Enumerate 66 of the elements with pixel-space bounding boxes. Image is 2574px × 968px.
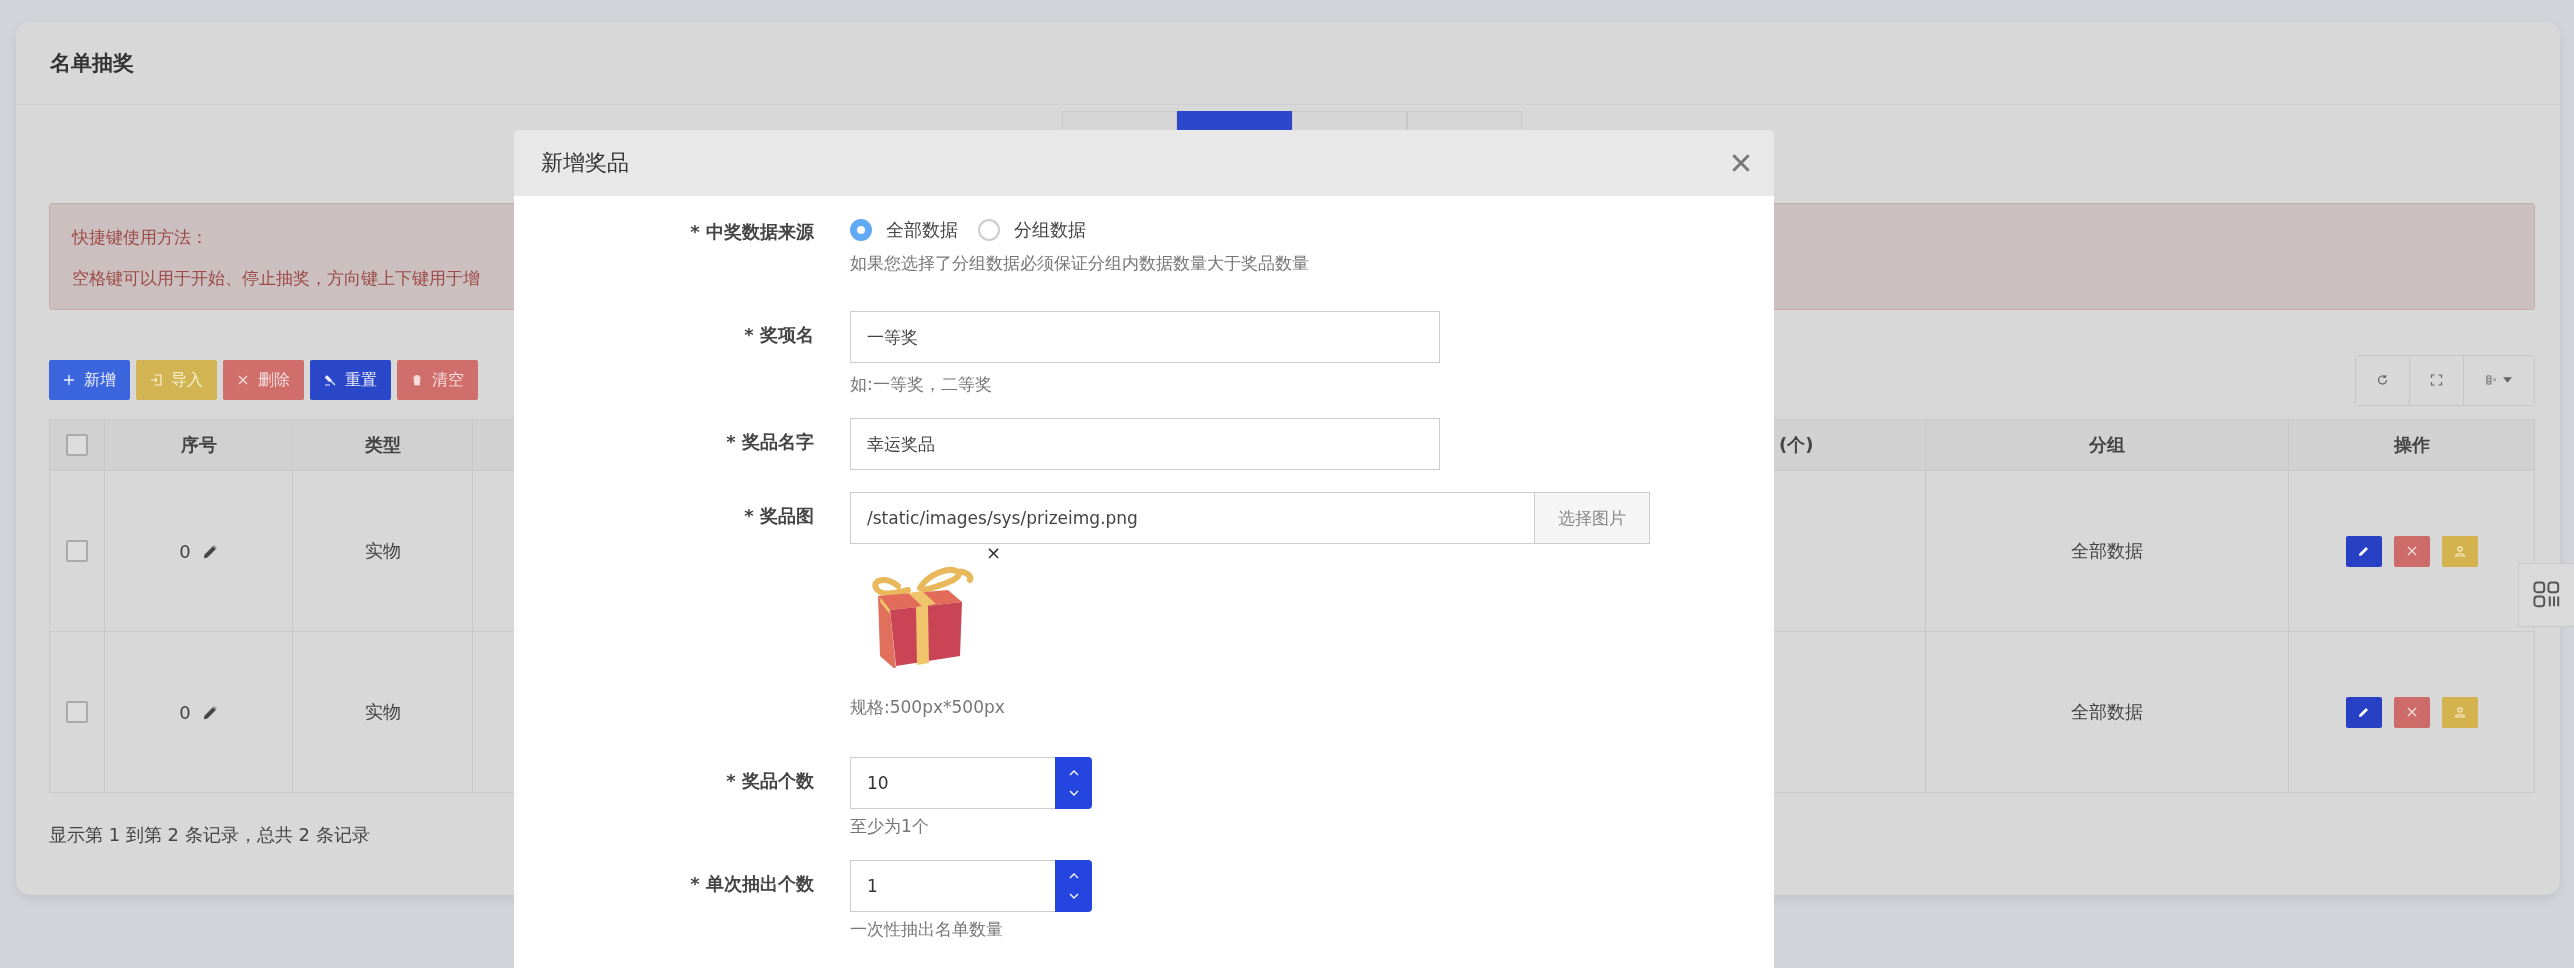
user-icon: [2453, 706, 2466, 718]
radio-option[interactable]: 分组数据: [978, 218, 1086, 242]
table-cell: 实物: [293, 632, 473, 792]
edit-button[interactable]: [2345, 535, 2382, 567]
help-text: 一次性抽出名单数量: [850, 918, 1004, 941]
page-title: 名单抽奖: [50, 50, 134, 77]
edit-button[interactable]: [2345, 696, 2382, 728]
close-icon[interactable]: [1732, 154, 1750, 172]
row-checkbox[interactable]: [66, 701, 88, 723]
refresh-icon: [2376, 374, 2389, 386]
dialog-title: 新增奖品: [541, 149, 629, 177]
radio-option[interactable]: 全部数据: [850, 218, 958, 242]
grid-icon: [2532, 581, 2561, 609]
table-cell: 0: [179, 701, 191, 723]
alert-title: 快捷键使用方法：: [72, 226, 208, 249]
close-icon: [237, 374, 249, 386]
alert-text: 空格键可以用于开始、停止抽奖，方向键上下键用于增: [72, 267, 480, 290]
field-label: * 单次抽出个数: [690, 873, 814, 894]
field-label: * 奖品名字: [726, 431, 814, 452]
add-button[interactable]: 新增: [49, 360, 130, 400]
pencil-icon: [2357, 545, 2370, 557]
close-icon: [2405, 706, 2418, 718]
increment-icon[interactable]: [1068, 770, 1079, 776]
delete-button[interactable]: [2393, 696, 2430, 728]
remove-image-button[interactable]: ×: [986, 544, 1002, 562]
fullscreen-icon: [2430, 374, 2443, 386]
pagination-info: 显示第 1 到第 2 条记录，总共 2 条记录: [49, 823, 370, 847]
table-cell: 全部数据: [1926, 471, 2289, 631]
help-text: 至少为1个: [850, 815, 930, 838]
help-text: 规格:500px*500px: [850, 696, 1006, 719]
column-header: 序号: [105, 420, 293, 470]
trash-icon: [411, 374, 423, 386]
column-header: 类型: [293, 420, 473, 470]
import-icon: [150, 374, 162, 386]
apps-button[interactable]: [2518, 563, 2574, 627]
columns-icon: [2486, 374, 2499, 386]
select-all-checkbox[interactable]: [66, 434, 88, 456]
text-field[interactable]: 一等奖: [850, 311, 1440, 363]
column-header: 操作: [2392, 433, 2431, 457]
image-path-field[interactable]: /static/images/sys/prizeimg.png: [850, 492, 1535, 544]
decrement-icon[interactable]: [1068, 790, 1079, 796]
caret-icon: [2503, 377, 2512, 383]
delete-button[interactable]: [2393, 535, 2430, 567]
column-header: (个): [1779, 433, 1814, 457]
text-field[interactable]: 幸运奖品: [850, 418, 1440, 470]
pencil-icon[interactable]: [202, 543, 218, 559]
increment-icon[interactable]: [1068, 873, 1079, 879]
column-header: 分组: [1926, 420, 2289, 470]
field-label: * 中奖数据来源: [690, 221, 814, 242]
user-icon: [2453, 545, 2466, 557]
field-label: * 奖品个数: [726, 770, 814, 791]
table-cell: 0: [179, 540, 191, 562]
reset-button[interactable]: 重置: [310, 360, 391, 400]
close-icon: [2405, 545, 2418, 557]
row-checkbox[interactable]: [66, 540, 88, 562]
decrement-icon[interactable]: [1068, 893, 1079, 899]
table-cell: 实物: [293, 471, 473, 631]
gavel-icon: [324, 374, 336, 386]
table-cell: 全部数据: [1926, 632, 2289, 792]
pencil-icon: [2357, 706, 2370, 718]
field-label: * 奖项名: [744, 324, 814, 345]
field-label: * 奖品图: [744, 505, 814, 526]
pencil-icon[interactable]: [202, 704, 218, 720]
help-text: 如果您选择了分组数据必须保证分组内数据数量大于奖品数量: [850, 252, 1310, 275]
help-text: 如:一等奖，二等奖: [850, 373, 993, 396]
plus-icon: [63, 374, 75, 386]
